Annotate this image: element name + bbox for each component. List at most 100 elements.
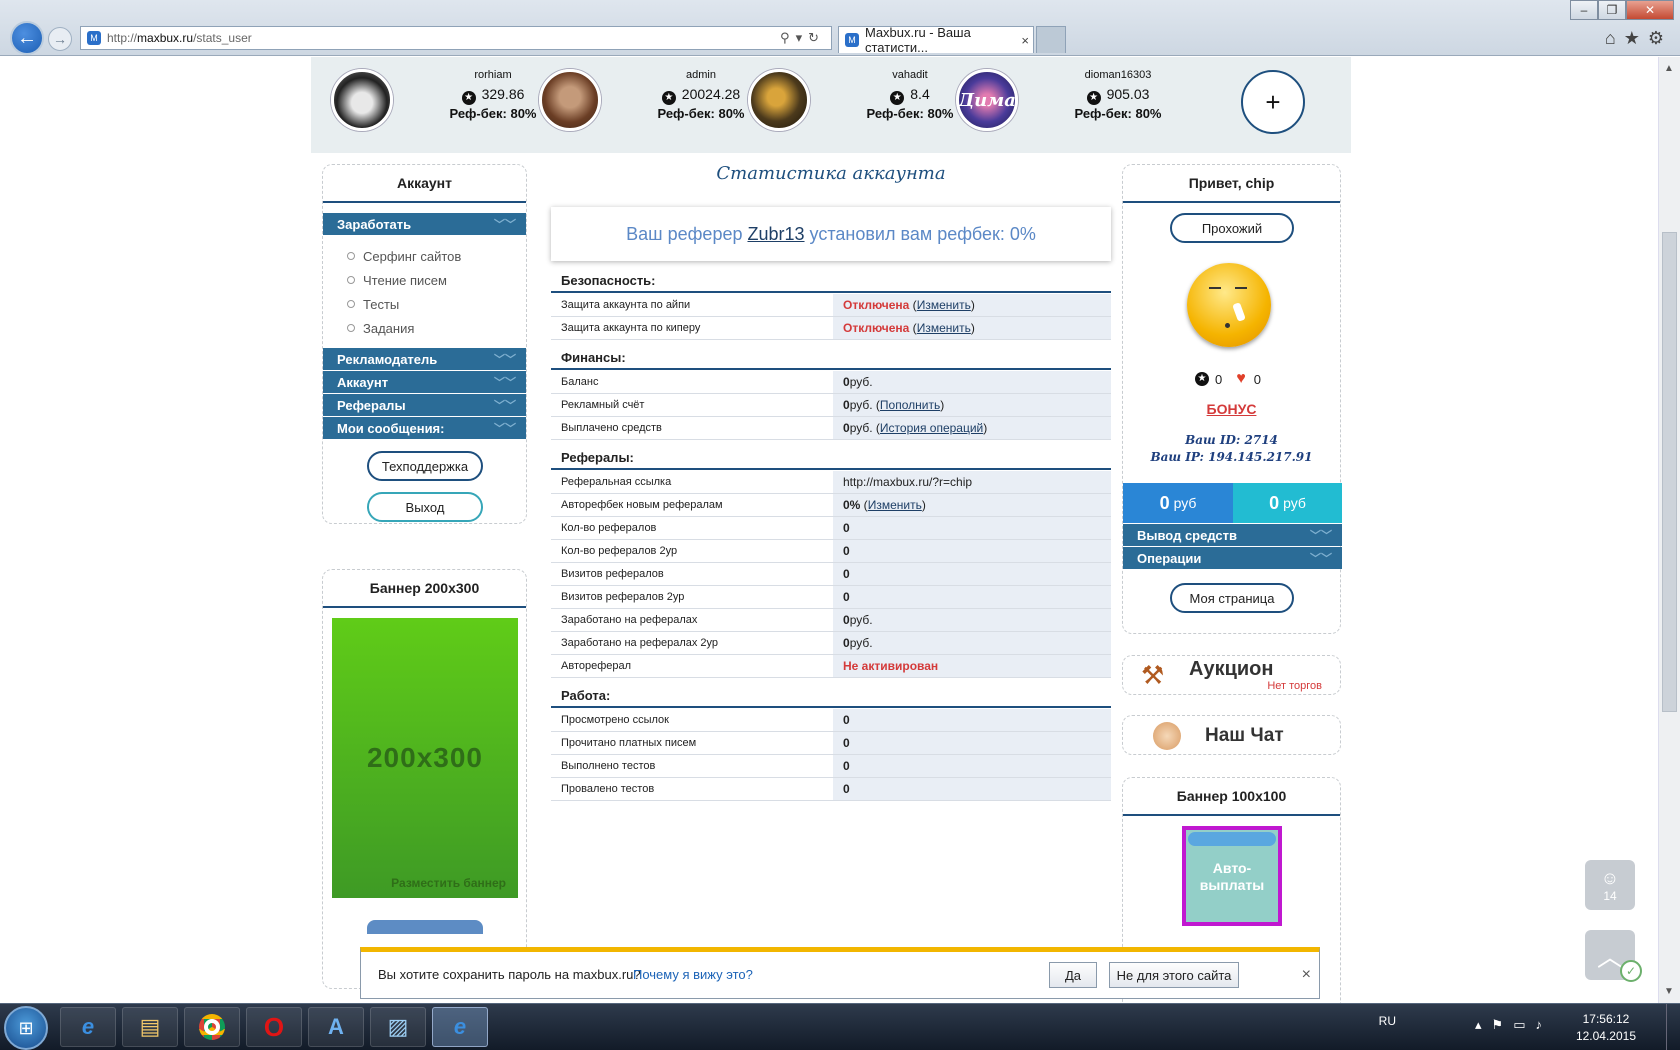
gavel-icon: ⚒ (1141, 660, 1165, 690)
scroll-up-icon[interactable]: ▲ (1664, 63, 1674, 74)
menu-item-surfing[interactable]: Серфинг сайтов (323, 244, 526, 268)
banner-button-partial[interactable] (367, 920, 483, 934)
table-row: Рекламный счёт 0 руб. (Пополнить) (551, 394, 1111, 417)
taskbar-ie-active[interactable]: e (432, 1007, 488, 1047)
avatar[interactable]: Дима (956, 69, 1018, 131)
menu-account[interactable]: Аккаунт ﹀﹀ (323, 371, 526, 393)
referral-link-value[interactable]: http://maxbux.ru/?r=chip (833, 471, 1111, 493)
clock[interactable]: 17:56:12 12.04.2015 (1576, 1011, 1636, 1045)
menu-messages[interactable]: Мои сообщения: ﹀﹀ (323, 417, 526, 439)
back-button[interactable]: ← (10, 21, 44, 55)
gear-icon[interactable]: ⚙ (1648, 28, 1672, 48)
change-link[interactable]: Изменить (868, 498, 922, 512)
taskbar-images[interactable]: ▨ (370, 1007, 426, 1047)
change-link[interactable]: Изменить (917, 321, 971, 335)
auction-widget[interactable]: ⚒ Аукцион Нет торгов (1122, 655, 1341, 695)
support-button[interactable]: Техподдержка (367, 451, 483, 481)
favorites-star-icon[interactable]: ★ (1624, 28, 1648, 48)
tab-title: Maxbux.ru - Ваша статисти... (865, 25, 971, 55)
save-password-no-button[interactable]: Не для этого сайта (1109, 962, 1239, 988)
page-container: rorhiam ★ 329.86 Реф-бек: 80% admin ★ 2002… (311, 57, 1351, 1003)
chat-widget[interactable]: Наш Чат (1122, 715, 1341, 755)
row-value: 0 руб. (833, 609, 1111, 631)
taskbar-app-a[interactable]: A (308, 1007, 364, 1047)
menu-item-tests[interactable]: Тесты (323, 292, 526, 316)
logout-button[interactable]: Выход (367, 492, 483, 522)
bonus-link[interactable]: БОНУС (1123, 401, 1340, 417)
menu-referrals[interactable]: Рефералы ﹀﹀ (323, 394, 526, 416)
referrer-prefix: Ваш реферер (626, 223, 743, 244)
status-badge[interactable]: Прохожий (1170, 213, 1294, 243)
tab-close-icon[interactable]: × (1021, 33, 1029, 48)
place-banner-link[interactable]: Разместить баннер (391, 876, 506, 890)
browser-toolbar-icons: ⌂★⚙ (1605, 28, 1672, 49)
history-link[interactable]: История операций (880, 421, 983, 435)
taskbar-opera[interactable]: O (246, 1007, 302, 1047)
row-label: Баланс (561, 376, 599, 388)
forward-button[interactable]: → (48, 27, 72, 51)
dropdown-icon[interactable]: ▾ (796, 30, 809, 45)
network-icon[interactable]: ▭ (1513, 1017, 1535, 1032)
menu-earn[interactable]: Заработать ﹀﹀ (323, 213, 526, 235)
avatar[interactable] (539, 69, 601, 131)
menu-item-tasks[interactable]: Задания (323, 316, 526, 340)
user-icon: ☺ (1600, 867, 1620, 888)
page-scrollbar[interactable]: ▲ ▼ (1658, 57, 1680, 1003)
save-password-yes-button[interactable]: Да (1049, 962, 1097, 988)
change-link[interactable]: Изменить (917, 298, 971, 312)
scroll-down-icon[interactable]: ▼ (1664, 986, 1674, 997)
search-icon[interactable]: ⚲ (780, 30, 796, 45)
banner-200x300[interactable]: 200x300 Разместить баннер (332, 618, 518, 898)
row-label: Прочитано платных писем (561, 737, 697, 749)
add-top-user-button[interactable]: + (1241, 70, 1305, 134)
chevron-up-icon[interactable]: ▴ (1475, 1017, 1492, 1032)
avatar[interactable] (331, 69, 393, 131)
tab-current[interactable]: M Maxbux.ru - Ваша статисти... × (838, 25, 1034, 55)
chevron-down-icon: ﹀﹀ (494, 400, 516, 412)
start-button[interactable]: ⊞ (4, 1006, 48, 1050)
avatar[interactable] (748, 69, 810, 131)
menu-advertiser[interactable]: Рекламодатель ﹀﹀ (323, 348, 526, 370)
online-counter[interactable]: ☺ 14 (1585, 860, 1635, 910)
bullet-icon (347, 252, 355, 260)
maximize-icon[interactable]: ❐ (1598, 0, 1626, 20)
taskbar-explorer[interactable]: ▤ (122, 1007, 178, 1047)
referrer-link[interactable]: Zubr13 (747, 224, 804, 245)
close-icon[interactable]: × (1302, 966, 1311, 984)
refresh-icon[interactable]: ↻ (808, 30, 825, 45)
balances: 0 руб 0 руб (1123, 483, 1342, 523)
chevron-down-icon: ﹀﹀ (494, 219, 516, 231)
top-user-points: ★ 905.03 (1068, 86, 1168, 105)
taskbar-ie[interactable]: e (60, 1007, 116, 1047)
close-window-icon[interactable]: ✕ (1626, 0, 1674, 20)
avatar[interactable] (1187, 263, 1271, 347)
my-page-button[interactable]: Моя страница (1170, 583, 1294, 613)
menu-operations[interactable]: Операции ﹀﹀ (1123, 547, 1342, 569)
home-icon[interactable]: ⌂ (1605, 28, 1624, 48)
menu-item-mail[interactable]: Чтение писем (323, 268, 526, 292)
shield-icon[interactable]: ✓ (1620, 960, 1642, 982)
menu-withdraw[interactable]: Вывод средств ﹀﹀ (1123, 524, 1342, 546)
show-desktop-button[interactable] (1666, 1004, 1680, 1050)
top-user-name: vahadit (892, 69, 928, 81)
minimize-icon[interactable]: – (1570, 0, 1598, 20)
user-panel: Привет, chip Прохожий ★ 0 ♥ 0 БОНУС Ваш ID… (1122, 164, 1342, 634)
new-tab-button[interactable] (1036, 26, 1066, 53)
address-tools: ⚲▾↻ (780, 30, 825, 46)
panel-title: Аккаунт (323, 165, 526, 203)
row-value: 0 (833, 563, 1111, 585)
flag-icon[interactable]: ⚑ (1492, 1017, 1514, 1032)
why-link[interactable]: Почему я вижу это? (633, 967, 753, 982)
taskbar: ⊞ e ▤ O A ▨ e RU ▴⚑▭♪ 17:56:12 12.04.2015 (0, 1003, 1680, 1050)
volume-icon[interactable]: ♪ (1536, 1017, 1553, 1032)
chrome-icon (199, 1014, 225, 1040)
row-value: 0 (833, 517, 1111, 539)
address-bar[interactable]: M http://maxbux.ru/stats_user ⚲▾↻ (80, 26, 832, 50)
scrollbar-thumb[interactable] (1662, 232, 1677, 712)
table-row: Заработано на рефералах 2ур 0 руб. (551, 632, 1111, 655)
topup-link[interactable]: Пополнить (880, 398, 940, 412)
language-indicator[interactable]: RU (1379, 1014, 1396, 1028)
top-user-name: dioman16303 (1084, 69, 1152, 81)
autopay-banner[interactable]: Авто- выплаты (1182, 826, 1282, 926)
taskbar-chrome[interactable] (184, 1007, 240, 1047)
